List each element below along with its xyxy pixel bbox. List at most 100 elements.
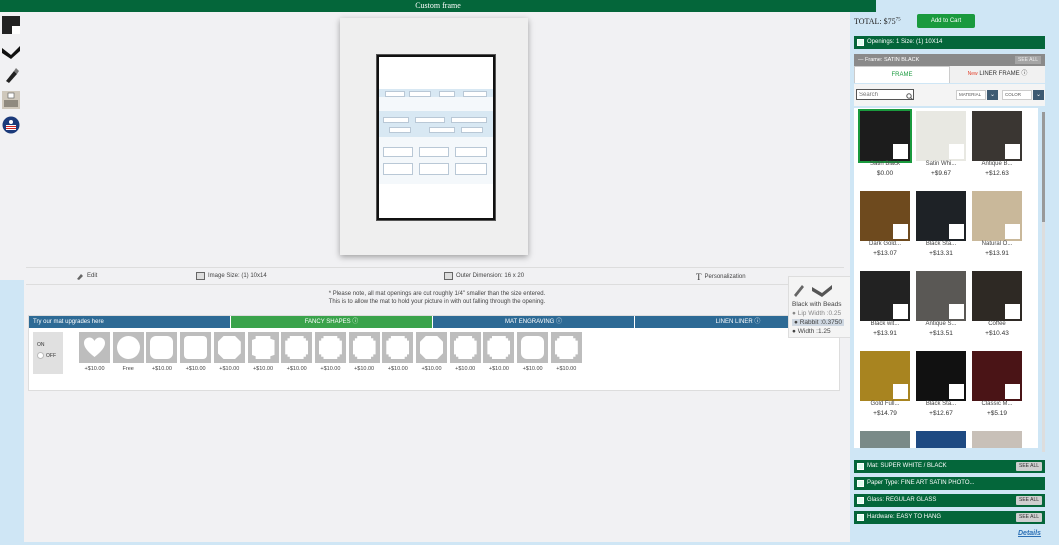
frame-option-price: +$12.67 [929, 410, 953, 417]
outer-dimension-label: Outer Dimension: 16 x 20 [456, 273, 525, 279]
mat-shape-circle[interactable] [112, 332, 144, 363]
page-title: Custom frame [415, 1, 461, 10]
material-select[interactable]: MATERIAL [956, 90, 986, 100]
frame-grid-scrollbar[interactable] [1042, 112, 1045, 452]
frame-option-tile[interactable] [916, 271, 966, 321]
frame-profile-icon [794, 285, 832, 297]
room-view-icon[interactable] [2, 91, 20, 109]
mat-shape-price: +$10.00 [84, 366, 105, 372]
total-cents: 75 [895, 17, 901, 23]
mat-shape-price: +$10.00 [387, 366, 408, 372]
tooltip-width: ● Width :1.25 [792, 328, 831, 335]
frame-option-name: Black wit... [870, 321, 900, 327]
frame-option-tile[interactable] [860, 431, 910, 448]
frame-option-tile[interactable] [972, 191, 1022, 241]
option-bar[interactable]: Glass: REGULAR GLASS SEE ALL [854, 494, 1045, 507]
frame-option-name: Classic M... [981, 401, 1013, 407]
frame-info-tooltip: Black with Beads ● Lip Width :0.25 ● Rab… [788, 276, 854, 338]
frame-tabs: FRAME New LINER FRAME ⓘ [854, 66, 1045, 83]
edit-button[interactable]: Edit [76, 272, 97, 280]
image-size[interactable]: Image Size: (1) 10x14 [196, 272, 267, 280]
frame-option-price: +$13.51 [929, 330, 953, 337]
frame-section-label: — Frame: SATIN BLACK [858, 57, 920, 63]
upgrade-toggle[interactable]: ON OFF [33, 332, 63, 374]
frame-option-name: Gold Full... [870, 401, 900, 407]
pencil-icon [77, 274, 83, 280]
mat-shape-ornate[interactable] [281, 332, 313, 363]
frame-option-tile[interactable] [972, 431, 1022, 448]
image-size-icon [196, 272, 205, 280]
frame-option-tile[interactable] [916, 351, 966, 401]
frame-option-name: Antique B... [981, 161, 1013, 167]
toggle-knob [37, 352, 44, 359]
option-bar[interactable]: Hardware: EASY TO HANG SEE ALL [854, 511, 1045, 524]
flag-seal-icon[interactable] [2, 116, 20, 134]
frame-option-tile[interactable] [972, 271, 1022, 321]
frame-option-price: +$13.31 [929, 250, 953, 257]
mat-shape-price: +$10.00 [286, 366, 307, 372]
frame-option-tile[interactable] [916, 111, 966, 161]
mat-shape-ornate[interactable] [382, 332, 414, 363]
frame-option-tile[interactable] [916, 191, 966, 241]
frame-option-tile[interactable] [916, 431, 966, 448]
mat-shape-octagon[interactable] [213, 332, 245, 363]
mat-shape-octagon[interactable] [416, 332, 447, 363]
option-bar[interactable]: Paper Type: FINE ART SATIN PHOTO... [854, 477, 1045, 490]
mat-note-line2: This is to allow the mat to hold your pi… [328, 299, 546, 305]
mat-shape-price: +$10.00 [219, 366, 240, 372]
frame-option-price: +$5.19 [986, 410, 1008, 417]
toggle-on-label: ON [37, 342, 45, 348]
frame-option-tile[interactable] [860, 191, 910, 241]
add-to-cart-button[interactable]: Add to Cart [917, 14, 975, 28]
option-bar-label: Mat: SUPER WHITE / BLACK [867, 463, 947, 469]
frame-option-price: +$13.91 [873, 330, 897, 337]
tab-fancy-shapes[interactable]: FANCY SHAPES ⓘ [231, 316, 433, 328]
chevron-down-icon[interactable]: ⌄ [1033, 90, 1044, 100]
personalization-button[interactable]: T Personalization [696, 272, 746, 282]
outer-dimension[interactable]: Outer Dimension: 16 x 20 [444, 272, 524, 280]
mat-shape-notched[interactable] [247, 332, 279, 363]
upgrade-intro-tab[interactable]: Try our mat upgrades here [29, 316, 231, 328]
frame-swatch-icon[interactable] [2, 16, 20, 34]
mat-shape-ornate[interactable] [483, 332, 515, 363]
mat-shape-ornate[interactable] [449, 332, 481, 363]
outer-dimension-icon [444, 272, 453, 280]
tab-liner-label: LINER FRAME ⓘ [979, 71, 1028, 77]
color-select[interactable]: COLOR [1002, 90, 1032, 100]
mat-shape-scalloped[interactable] [517, 332, 549, 363]
frame-option-name: Black Sta... [925, 241, 957, 247]
mat-shape-rounded[interactable] [180, 332, 212, 363]
frame-option-tile[interactable] [860, 271, 910, 321]
new-badge: New [967, 71, 978, 77]
tab-liner-frame[interactable]: New LINER FRAME ⓘ [950, 66, 1045, 83]
scrollbar-thumb[interactable] [1042, 112, 1045, 222]
pencil-brush-icon[interactable] [2, 66, 20, 84]
mat-shape-price: +$10.00 [185, 366, 206, 372]
see-all-button[interactable]: SEE ALL [1015, 496, 1042, 505]
mat-shape-ornate[interactable] [348, 332, 380, 363]
frame-profile-icon[interactable] [2, 42, 20, 60]
mat-shape-ornate[interactable] [550, 332, 582, 363]
tab-mat-engraving[interactable]: MAT ENGRAVING ⓘ [433, 316, 635, 328]
option-bar-label: Glass: REGULAR GLASS [867, 497, 937, 503]
options-panel: TOTAL: $7575 Add to Cart Openings: 1 Siz… [850, 12, 1059, 545]
tab-frame[interactable]: FRAME [854, 66, 950, 83]
frame-see-all-button[interactable]: SEE ALL [1014, 56, 1041, 64]
frame-option-tile[interactable] [972, 351, 1022, 401]
openings-bar[interactable]: Openings: 1 Size: (1) 10X14 [854, 36, 1045, 49]
frame-section-header[interactable]: — Frame: SATIN BLACK SEE ALL [854, 54, 1045, 66]
frame-option-tile[interactable] [860, 351, 910, 401]
mat-shape-price: +$10.00 [252, 366, 274, 372]
page-header: Custom frame [0, 0, 876, 12]
upgrade-tabs: Try our mat upgrades here FANCY SHAPES ⓘ… [29, 316, 841, 328]
see-all-button[interactable]: SEE ALL [1015, 462, 1042, 471]
see-all-button[interactable]: SEE ALL [1015, 513, 1042, 522]
details-link[interactable]: Details [1018, 530, 1041, 537]
mat-shape-heart[interactable] [79, 332, 110, 363]
option-bar[interactable]: Mat: SUPER WHITE / BLACK SEE ALL [854, 460, 1045, 473]
frame-option-tile[interactable] [858, 109, 912, 163]
chevron-down-icon[interactable]: ⌄ [987, 90, 998, 100]
mat-shape-ornate[interactable] [314, 332, 346, 363]
frame-option-tile[interactable] [972, 111, 1022, 161]
mat-shape-scalloped[interactable] [146, 332, 178, 363]
